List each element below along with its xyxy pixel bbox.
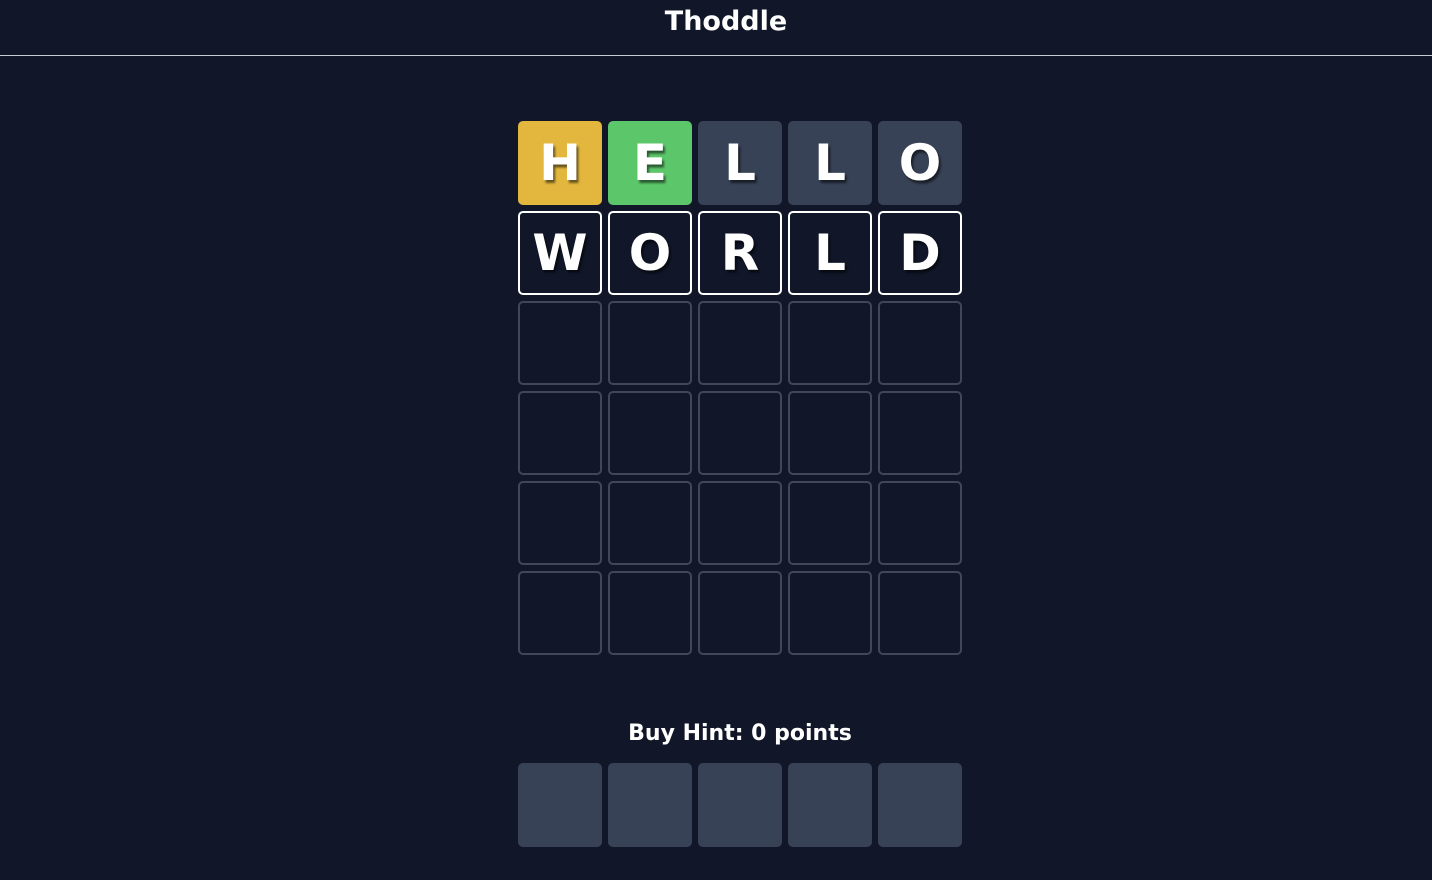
game-board: H E L L O W O R L D — [518, 121, 962, 661]
tile — [788, 391, 872, 475]
hint-slot — [878, 763, 962, 847]
hint-slot — [608, 763, 692, 847]
board-row-6 — [518, 571, 962, 655]
tile — [878, 391, 962, 475]
tile — [608, 571, 692, 655]
board-row-1: H E L L O — [518, 121, 962, 205]
tile — [788, 571, 872, 655]
tile: O — [878, 121, 962, 205]
tile — [698, 301, 782, 385]
header: Thoddle — [0, 0, 1432, 56]
tile: L — [788, 211, 872, 295]
tile — [518, 481, 602, 565]
tile — [518, 391, 602, 475]
tile — [788, 301, 872, 385]
tile — [698, 571, 782, 655]
tile: E — [608, 121, 692, 205]
tile — [878, 301, 962, 385]
tile: H — [518, 121, 602, 205]
buy-hint-button[interactable]: Buy Hint: 0 points — [518, 718, 962, 750]
tile — [608, 481, 692, 565]
tile — [608, 391, 692, 475]
tile — [608, 301, 692, 385]
hint-slot — [698, 763, 782, 847]
board-row-4 — [518, 391, 962, 475]
board-row-5 — [518, 481, 962, 565]
tile — [788, 481, 872, 565]
tile: L — [788, 121, 872, 205]
hint-slot — [518, 763, 602, 847]
tile: R — [698, 211, 782, 295]
hint-slot — [788, 763, 872, 847]
tile: W — [518, 211, 602, 295]
tile — [698, 481, 782, 565]
board-row-2: W O R L D — [518, 211, 962, 295]
tile — [878, 571, 962, 655]
hint-slots — [518, 763, 962, 847]
page-title: Thoddle — [664, 6, 788, 37]
board-row-3 — [518, 301, 962, 385]
tile: L — [698, 121, 782, 205]
tile — [518, 301, 602, 385]
tile — [698, 391, 782, 475]
tile — [878, 481, 962, 565]
tile — [518, 571, 602, 655]
tile: D — [878, 211, 962, 295]
tile: O — [608, 211, 692, 295]
